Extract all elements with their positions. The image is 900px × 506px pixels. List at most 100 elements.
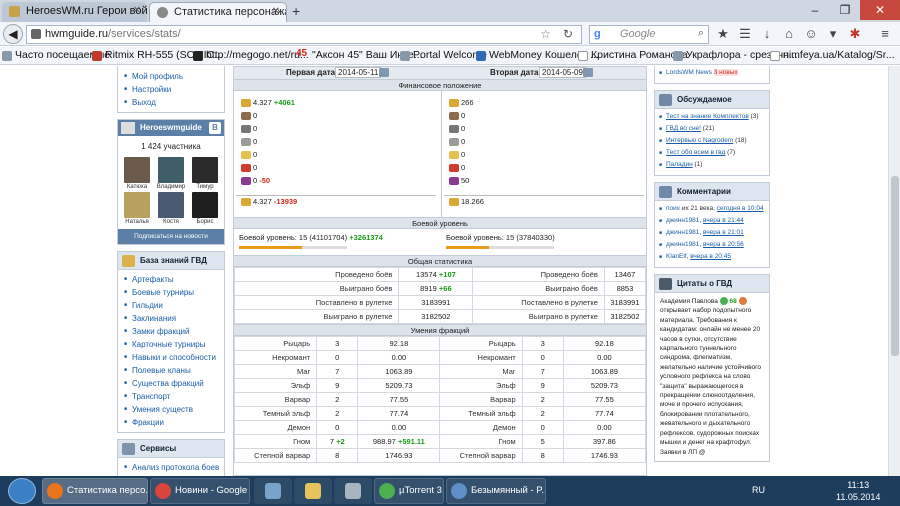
faction-points-second: 1063.89 [562, 364, 647, 379]
scroll-thumb[interactable] [891, 176, 899, 356]
kb-link[interactable]: Замки фракций [124, 325, 224, 338]
vk-member[interactable]: Владимир [156, 157, 186, 190]
bookmark-star-icon[interactable]: ☆ [540, 27, 551, 41]
news-link[interactable]: LordsWM News 3 новых [659, 68, 769, 78]
bookmark-icon [193, 51, 203, 61]
vk-member[interactable]: Наталья [122, 192, 152, 225]
home-icon[interactable]: ⌂ [780, 25, 798, 43]
taskbar-pin-explorer[interactable] [294, 478, 332, 504]
vk-members-grid: Катюха Владимир Тимур Наталья Костя Бори… [118, 157, 224, 225]
maximize-icon[interactable]: ❐ [830, 0, 860, 20]
kb-link[interactable]: Навыки и способности [124, 351, 224, 364]
comment-link[interactable]: джинн1981, вчера в 21:44 [659, 216, 769, 226]
kb-link[interactable]: Гильдии [124, 299, 224, 312]
knowledge-base-box: База знаний ГВД АртефактыБоевые турнирыГ… [117, 251, 225, 433]
table-row: Выиграно в рулетке 3182502 Выиграно в рул… [233, 309, 647, 324]
subscribe-button[interactable]: Подписаться на новости [118, 229, 224, 244]
bookmark-item[interactable]: nimfeya.ua/Katalog/Sr... [770, 49, 894, 61]
kb-link[interactable]: Боевые турниры [124, 286, 224, 299]
close-tab-icon[interactable]: ✕ [133, 5, 141, 16]
vk-member[interactable]: Костя [156, 192, 186, 225]
back-button[interactable]: ◀ [3, 24, 23, 44]
kb-link[interactable]: Фракции [124, 416, 224, 429]
search-icon[interactable]: ⌕ [698, 27, 704, 40]
kb-link[interactable]: Заклинания [124, 312, 224, 325]
table-row: Демон 0 0.00 Демон 0 0.00 [233, 420, 647, 435]
table-row: Проведено боёв 13574 +107 Проведено боёв 13… [233, 267, 647, 282]
table-row: Рыцарь 3 92.18 Рыцарь 3 92.18 [233, 336, 647, 351]
tab-label: HeroesWM.ru Герои войн... [26, 5, 147, 17]
taskbar-item-chrome[interactable]: Новини - Google ... [150, 478, 250, 504]
vote-up-icon[interactable] [719, 297, 728, 306]
taskbar-item-firefox[interactable]: Статистика персо... [42, 478, 148, 504]
stat-first: 3182502 [398, 309, 474, 324]
comment-link[interactable]: KlanElf, вчера в 20:45 [659, 252, 769, 262]
comment-link[interactable]: джинн1981, вчера в 21:01 [659, 228, 769, 238]
search-input[interactable]: g Google ⌕ [589, 25, 709, 44]
close-tab-icon[interactable]: ✕ [272, 6, 280, 17]
faction-level-first: 2 [316, 392, 359, 407]
first-date-label: Первая дата: [286, 68, 338, 77]
page-scrollbar[interactable] [888, 66, 900, 476]
discussion-link[interactable]: Тест на знание Комплектов (3) [659, 112, 769, 122]
service-link[interactable]: Анализ протокола боев [124, 461, 224, 474]
kb-link[interactable]: Полевые кланы [124, 364, 224, 377]
bookmark-star-icon[interactable]: ★ [714, 25, 732, 43]
table-row: Некромант 0 0.00 Некромант 0 0.00 [233, 350, 647, 365]
tab-heroeswm[interactable]: HeroesWM.ru Герои войн... ✕ [2, 2, 147, 22]
link-profile[interactable]: Мой профиль [124, 70, 224, 83]
calendar-icon[interactable] [379, 68, 389, 77]
bookmark-item[interactable]: Кристина Романова [578, 49, 688, 61]
faction-points-second: 5209.73 [562, 378, 647, 393]
language-indicator[interactable]: RU [752, 485, 765, 495]
second-date-field[interactable]: 2014-05-09 [539, 67, 586, 78]
url-bar[interactable]: hwmguide.ru/services/stats/ ☆ ↻ [26, 25, 582, 44]
addon-icon[interactable]: ☺ [802, 25, 820, 43]
kb-link[interactable]: Карточные турниры [124, 338, 224, 351]
taskbar-item-utorrent[interactable]: µTorrent 3.4.1 (b... [374, 478, 444, 504]
taskbar-pin-app[interactable] [334, 478, 372, 504]
kb-link[interactable]: Артефакты [124, 273, 224, 286]
system-clock[interactable]: 11:13 11.05.2014 [836, 479, 880, 503]
addon-red-icon[interactable]: ✱ [846, 25, 864, 43]
link-settings[interactable]: Настройки [124, 83, 224, 96]
downloads-icon[interactable]: ↓ [758, 25, 776, 43]
kb-link[interactable]: Транспорт [124, 390, 224, 403]
window-close-icon[interactable]: ✕ [860, 0, 900, 20]
faction-level-first: 2 [316, 406, 359, 421]
vk-widget-header[interactable]: Heroeswmguide В [118, 120, 224, 136]
vote-down-icon[interactable] [738, 297, 747, 306]
discussion-link[interactable]: Тест обо всем в гвд (7) [659, 148, 769, 158]
first-date-field[interactable]: 2014-05-11 [335, 67, 382, 78]
comment-link[interactable]: поих их 21 века, сегодня в 10:04 [659, 204, 769, 214]
discussion-link[interactable]: Паладин (1) [659, 160, 769, 170]
link-logout[interactable]: Выход [124, 96, 224, 109]
bookmarks-menu-icon[interactable]: ☰ [736, 25, 754, 43]
menu-icon[interactable]: ≡ [876, 25, 894, 43]
vk-member[interactable]: Тимур [190, 157, 220, 190]
discussion-link[interactable]: ГВД во сне! (21) [659, 124, 769, 134]
combat-progress-bar [446, 246, 554, 249]
kb-link[interactable]: Существа фракций [124, 377, 224, 390]
vk-member[interactable]: Борис [190, 192, 220, 225]
new-tab-icon[interactable]: + [292, 3, 300, 19]
bookmark-item[interactable]: Portal Welcome [400, 49, 487, 61]
faction-name: Гном [233, 434, 318, 449]
utorrent-icon [379, 483, 395, 499]
discussion-link[interactable]: Интервью с Nagrodem (18) [659, 136, 769, 146]
tab-stats[interactable]: Статистика персонажа - ... ✕ [149, 2, 287, 22]
kb-link[interactable]: Умения существ [124, 403, 224, 416]
faction-points-second: 0.00 [562, 350, 647, 365]
reload-icon[interactable]: ↻ [563, 27, 573, 41]
vk-member[interactable]: Катюха [122, 157, 152, 190]
date-selector-row: Первая дата: 2014-05-11 Вторая дата: 201… [234, 67, 646, 79]
bookmark-item[interactable]: http://megogo.net/ru... [193, 49, 309, 61]
start-button[interactable] [8, 478, 36, 504]
addon-arrow-icon[interactable]: ▾ [824, 25, 842, 43]
comment-link[interactable]: джинн1981, вчера в 20:56 [659, 240, 769, 250]
finance-row: 0 [444, 123, 644, 136]
calendar-icon[interactable] [583, 68, 593, 77]
taskbar-pin-app[interactable] [254, 478, 292, 504]
taskbar-item-paint[interactable]: Безымянный - P... [446, 478, 546, 504]
minimize-icon[interactable]: ‒ [800, 0, 830, 20]
